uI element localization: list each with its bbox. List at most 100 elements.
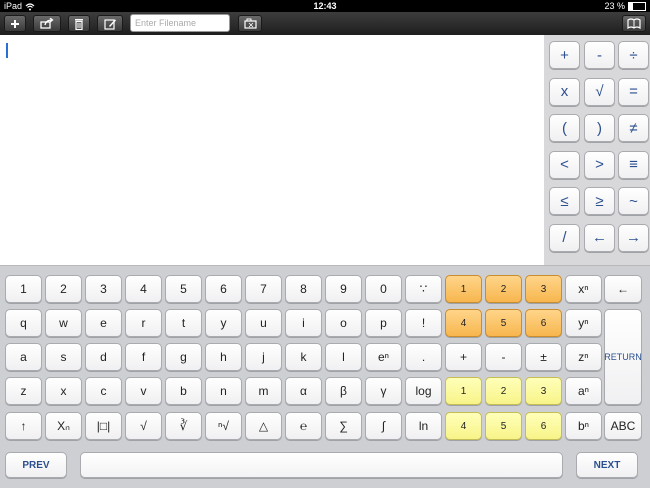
keyboard-key[interactable]: aⁿ bbox=[565, 377, 602, 405]
keyboard-key[interactable]: ∑ bbox=[325, 412, 362, 440]
keyboard-key[interactable]: 6 bbox=[525, 412, 562, 440]
keyboard-key[interactable]: 5 bbox=[165, 275, 202, 303]
symbol-key[interactable]: ~ bbox=[618, 187, 649, 215]
delete-button[interactable] bbox=[68, 15, 90, 32]
symbol-key[interactable]: < bbox=[549, 150, 580, 179]
symbol-key[interactable]: √ bbox=[584, 77, 615, 106]
keyboard-key[interactable]: 1 bbox=[445, 275, 482, 303]
keyboard-key[interactable]: 7 bbox=[245, 275, 282, 303]
keyboard-key[interactable]: l bbox=[325, 343, 362, 371]
symbol-key[interactable]: → bbox=[618, 223, 649, 252]
keyboard-key[interactable]: b bbox=[165, 377, 202, 405]
keyboard-key[interactable]: a bbox=[5, 343, 42, 371]
symbol-key[interactable]: x bbox=[549, 77, 580, 106]
keyboard-key[interactable]: γ bbox=[365, 377, 402, 405]
keyboard-key[interactable]: n bbox=[205, 377, 242, 405]
keyboard-key[interactable]: yⁿ bbox=[565, 309, 602, 337]
keyboard-key[interactable]: z bbox=[5, 377, 42, 405]
keyboard-key[interactable]: j bbox=[245, 343, 282, 371]
edit-button[interactable] bbox=[97, 15, 123, 32]
keyboard-key[interactable]: m bbox=[245, 377, 282, 405]
keyboard-key[interactable]: bⁿ bbox=[565, 412, 602, 440]
keyboard-key[interactable]: ∫ bbox=[365, 412, 402, 440]
keyboard-key[interactable]: |□| bbox=[85, 412, 122, 440]
symbol-key[interactable]: = bbox=[618, 77, 649, 106]
keyboard-key[interactable]: eⁿ bbox=[365, 343, 402, 371]
keyboard-key[interactable]: u bbox=[245, 309, 282, 337]
text-editor[interactable] bbox=[0, 35, 544, 265]
keyboard-key[interactable]: 1 bbox=[5, 275, 42, 303]
new-button[interactable] bbox=[4, 15, 26, 32]
keyboard-key[interactable]: f bbox=[125, 343, 162, 371]
symbol-key[interactable]: ≤ bbox=[549, 187, 580, 215]
filename-input[interactable]: Enter Filename bbox=[130, 14, 230, 32]
keyboard-key[interactable]: log bbox=[405, 377, 442, 405]
keyboard-key[interactable]: i bbox=[285, 309, 322, 337]
keyboard-key[interactable]: 3 bbox=[525, 275, 562, 303]
keyboard-key[interactable]: zⁿ bbox=[565, 343, 602, 371]
keyboard-key[interactable]: Xₙ bbox=[45, 412, 82, 440]
keyboard-key[interactable]: ∵ bbox=[405, 275, 442, 303]
prev-button[interactable]: PREV bbox=[5, 452, 67, 478]
keyboard-key[interactable]: h bbox=[205, 343, 242, 371]
keyboard-key[interactable]: 2 bbox=[485, 377, 522, 405]
keyboard-key[interactable]: v bbox=[125, 377, 162, 405]
keyboard-key[interactable]: ± bbox=[525, 343, 562, 371]
guide-button[interactable] bbox=[622, 15, 646, 32]
symbol-key[interactable]: > bbox=[584, 150, 615, 179]
symbol-key[interactable]: ≡ bbox=[618, 150, 649, 179]
symbol-key[interactable]: ≠ bbox=[618, 114, 649, 142]
keyboard-key[interactable]: ln bbox=[405, 412, 442, 440]
keyboard-key[interactable]: √ bbox=[125, 412, 162, 440]
keyboard-key[interactable]: 9 bbox=[325, 275, 362, 303]
symbol-key[interactable]: ) bbox=[584, 114, 615, 142]
keyboard-key[interactable]: 2 bbox=[45, 275, 82, 303]
keyboard-key[interactable]: e bbox=[85, 309, 122, 337]
spacebar[interactable] bbox=[80, 452, 563, 478]
keyboard-key[interactable]: ∛ bbox=[165, 412, 202, 440]
keyboard-key[interactable]: t bbox=[165, 309, 202, 337]
keyboard-key[interactable]: 4 bbox=[125, 275, 162, 303]
keyboard-key[interactable]: 0 bbox=[365, 275, 402, 303]
keyboard-key[interactable]: s bbox=[45, 343, 82, 371]
keyboard-key[interactable]: . bbox=[405, 343, 442, 371]
keyboard-key[interactable]: 1 bbox=[445, 377, 482, 405]
next-button[interactable]: NEXT bbox=[576, 452, 638, 478]
keyboard-key[interactable]: + bbox=[445, 343, 482, 371]
keyboard-key[interactable]: 3 bbox=[525, 377, 562, 405]
keyboard-key[interactable]: ⁿ√ bbox=[205, 412, 242, 440]
symbol-key[interactable]: ← bbox=[584, 223, 615, 252]
keyboard-key[interactable]: r bbox=[125, 309, 162, 337]
symbol-key[interactable]: ÷ bbox=[618, 41, 649, 69]
keyboard-key[interactable]: xⁿ bbox=[565, 275, 602, 303]
abc-key[interactable]: ABC bbox=[604, 412, 642, 440]
keyboard-key[interactable]: c bbox=[85, 377, 122, 405]
keyboard-key[interactable]: 4 bbox=[445, 412, 482, 440]
symbol-key[interactable]: - bbox=[584, 41, 615, 69]
keyboard-key[interactable]: 6 bbox=[205, 275, 242, 303]
keyboard-key[interactable]: 6 bbox=[525, 309, 562, 337]
symbol-key[interactable]: / bbox=[549, 223, 580, 252]
keyboard-key[interactable]: o bbox=[325, 309, 362, 337]
keyboard-key[interactable]: △ bbox=[245, 412, 282, 440]
keyboard-key[interactable]: 5 bbox=[485, 309, 522, 337]
keyboard-key[interactable]: k bbox=[285, 343, 322, 371]
keyboard-key[interactable]: ! bbox=[405, 309, 442, 337]
keyboard-key[interactable]: q bbox=[5, 309, 42, 337]
open-button[interactable] bbox=[238, 15, 262, 32]
keyboard-key[interactable]: 4 bbox=[445, 309, 482, 337]
keyboard-key[interactable]: - bbox=[485, 343, 522, 371]
keyboard-key[interactable]: 2 bbox=[485, 275, 522, 303]
keyboard-key[interactable]: g bbox=[165, 343, 202, 371]
keyboard-key[interactable]: ℮ bbox=[285, 412, 322, 440]
keyboard-key[interactable]: d bbox=[85, 343, 122, 371]
keyboard-key[interactable]: 3 bbox=[85, 275, 122, 303]
symbol-key[interactable]: ( bbox=[549, 114, 580, 142]
keyboard-key[interactable]: α bbox=[285, 377, 322, 405]
return-key[interactable]: RETURN bbox=[604, 309, 642, 405]
share-button[interactable] bbox=[33, 15, 61, 32]
keyboard-key[interactable]: 5 bbox=[485, 412, 522, 440]
keyboard-key[interactable]: y bbox=[205, 309, 242, 337]
keyboard-key[interactable]: 8 bbox=[285, 275, 322, 303]
backspace-key[interactable]: ← bbox=[604, 275, 642, 303]
